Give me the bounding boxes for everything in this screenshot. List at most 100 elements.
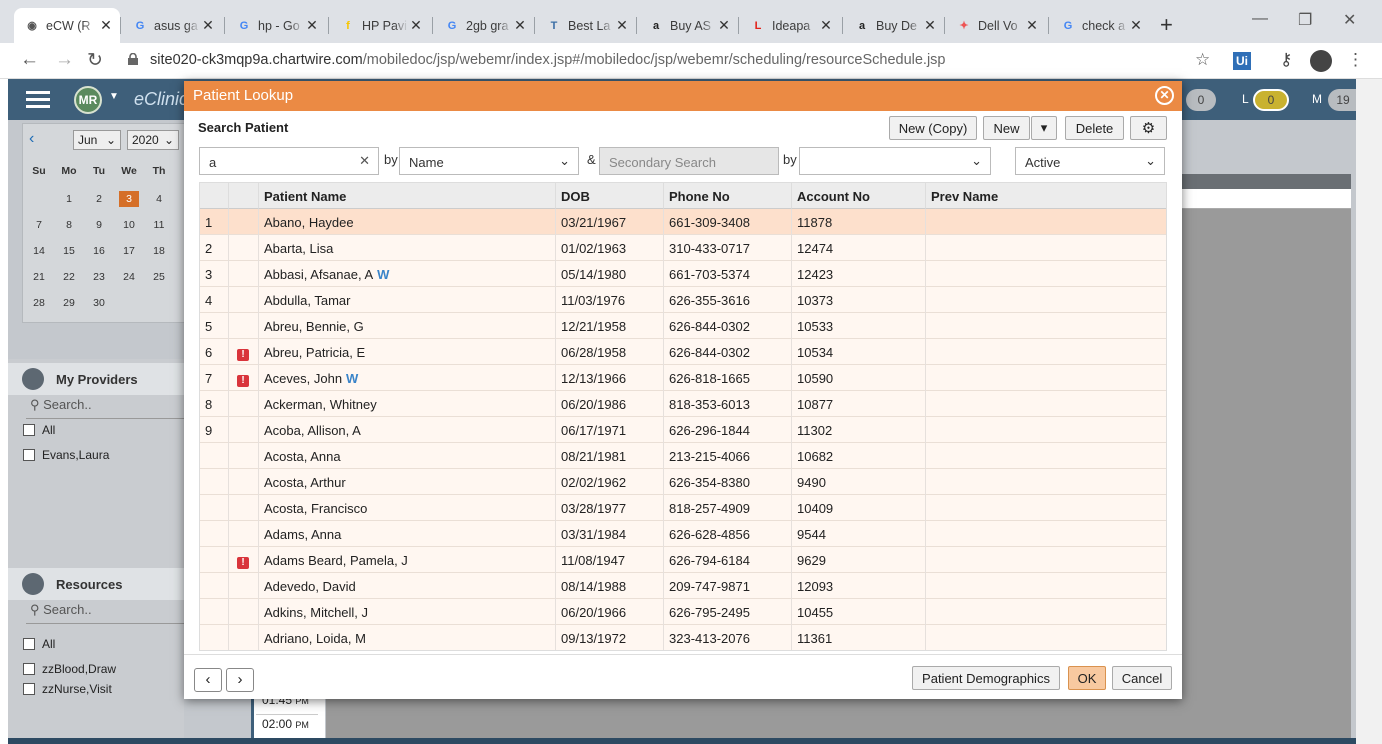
table-row[interactable]: 1 Abano, Haydee 03/21/1967 661-309-3408 1187… [200,209,1166,235]
month-select[interactable]: Jun ⌄ [73,130,121,150]
checkbox[interactable] [23,683,35,695]
table-row[interactable]: ! Adams Beard, Pamela, J 11/08/1947 626-794… [200,547,1166,573]
close-tab-icon[interactable]: ✕ [98,17,114,34]
table-row[interactable]: 4 Abdulla, Tamar 11/03/1976 626-355-3616 103… [200,287,1166,313]
year-select[interactable]: 2020 ⌄ [127,130,179,150]
close-window-icon[interactable]: ✕ [1343,10,1356,30]
calendar-day[interactable]: 10 [119,219,139,231]
new-button[interactable]: New [983,116,1030,140]
delete-button[interactable]: Delete [1065,116,1124,140]
table-row[interactable]: Acosta, Anna 08/21/1981 213-215-4066 10682 [200,443,1166,469]
my-providers-header[interactable]: My Providers [8,363,184,395]
new-tab-button[interactable]: + [1160,12,1173,38]
browser-tab[interactable]: ◉ eCW (R ✕ [14,8,120,43]
browser-tab[interactable]: Gcheck a ✕ [1050,8,1150,43]
calendar-day[interactable]: 18 [149,245,169,257]
close-tab-icon[interactable]: ✕ [1024,17,1040,34]
table-row[interactable]: 8 Ackerman, Whitney 06/20/1986 818-353-6013… [200,391,1166,417]
calendar-day[interactable]: 30 [89,297,109,309]
table-row[interactable]: Adriano, Loida, M 09/13/1972 323-413-2076 1… [200,625,1166,650]
table-row[interactable]: 3 Abbasi, Afsanae, A W 05/14/1980 661-703-53… [200,261,1166,287]
table-row[interactable]: Acosta, Arthur 02/02/1962 626-354-8380 9490 [200,469,1166,495]
table-row[interactable]: Adkins, Mitchell, J 06/20/1966 626-795-249… [200,599,1166,625]
checkbox-item[interactable]: zzNurse,Visit [23,682,112,696]
checkbox-item[interactable]: All [23,637,55,651]
calendar-day[interactable]: 24 [119,271,139,283]
table-row[interactable]: 2 Abarta, Lisa 01/02/1963 310-433-0717 12474 [200,235,1166,261]
patient-demographics-button[interactable]: Patient Demographics [912,666,1060,690]
table-row[interactable]: 5 Abreu, Bennie, G 12/21/1958 626-844-0302 1… [200,313,1166,339]
checkbox[interactable] [23,449,35,461]
column-header[interactable]: Phone No [664,183,792,209]
checkbox-item[interactable]: Evans,Laura [23,448,109,462]
browser-tab[interactable]: f HP Pavi ✕ [330,8,430,43]
back-icon[interactable]: ← [20,49,39,71]
table-row[interactable]: 9 Acoba, Allison, A 06/17/1971 626-296-1844… [200,417,1166,443]
calendar-day[interactable]: 17 [119,245,139,257]
calendar-day[interactable]: 28 [29,297,49,309]
close-tab-icon[interactable]: ✕ [1128,17,1144,34]
resources-search-input[interactable]: ⚲ Search.. [26,602,186,624]
close-dialog-icon[interactable]: ✕ [1155,86,1174,105]
calendar-day[interactable]: 15 [59,245,79,257]
profile-avatar[interactable] [1310,50,1332,72]
close-tab-icon[interactable]: ✕ [922,17,938,34]
browser-tab[interactable]: a Buy AS ✕ [638,8,738,43]
counter-pill-m[interactable]: 19 [1328,89,1358,111]
column-header[interactable]: Prev Name [926,183,1166,209]
checkbox-item[interactable]: zzBlood,Draw [23,662,116,676]
key-icon[interactable]: ⚷ [1280,50,1292,70]
alert-icon[interactable]: ! [237,557,249,569]
close-tab-icon[interactable]: ✕ [200,17,216,34]
prev-page-button[interactable]: ‹ [194,668,222,692]
checkbox[interactable] [23,663,35,675]
browser-tab[interactable]: a Buy De ✕ [844,8,944,43]
secondary-search-input[interactable]: Secondary Search [599,147,779,175]
url-text[interactable]: site020-ck3mqp9a.chartwire.com/mobiledoc… [150,52,945,68]
calendar-day[interactable]: 8 [59,219,79,231]
column-header[interactable]: Patient Name [259,183,556,209]
prev-month-icon[interactable]: ‹ [29,130,34,148]
close-tab-icon[interactable]: ✕ [408,17,424,34]
alert-icon[interactable]: ! [237,375,249,387]
counter-pill-l[interactable]: 0 [1253,89,1289,111]
settings-gear-icon[interactable]: ⚙ [1130,116,1167,140]
reload-icon[interactable]: ↻ [87,49,103,72]
calendar-day[interactable]: 14 [29,245,49,257]
user-avatar[interactable]: MR [74,86,102,114]
column-header[interactable]: DOB [556,183,664,209]
maximize-icon[interactable]: ❐ [1298,10,1312,30]
browser-tab[interactable]: Ghp - Go ✕ [226,8,326,43]
browser-tab[interactable]: G 2gb gra ✕ [434,8,534,43]
table-row[interactable]: 7! Aceves, John W 12/13/1966 626-818-1665 105… [200,365,1166,391]
hamburger-menu-icon[interactable] [26,91,50,108]
clear-search-icon[interactable]: ✕ [359,153,370,169]
column-header[interactable] [229,183,259,209]
calendar-day[interactable]: 16 [89,245,109,257]
browser-tab[interactable]: L Ideapa ✕ [740,8,840,43]
secondary-by-select[interactable]: ⌄ [799,147,991,175]
providers-search-input[interactable]: ⚲ Search.. [26,397,186,419]
close-tab-icon[interactable]: ✕ [512,17,528,34]
new-dropdown-icon[interactable]: ▾ [1031,116,1057,140]
checkbox-item[interactable]: All [23,423,55,437]
user-menu-caret-icon[interactable]: ▼ [109,91,119,102]
search-by-select[interactable]: Name ⌄ [399,147,579,175]
column-header[interactable]: Account No [792,183,926,209]
calendar-day[interactable]: 25 [149,271,169,283]
calendar-day[interactable]: 1 [59,193,79,205]
calendar-day[interactable]: 9 [89,219,109,231]
browser-tab[interactable]: ✦ Dell Vo ✕ [946,8,1046,43]
cancel-button[interactable]: Cancel [1112,666,1172,690]
counter-pill[interactable]: 0 [1186,89,1216,111]
menu-kebab-icon[interactable]: ⋮ [1347,50,1364,70]
new-copy-button[interactable]: New (Copy) [889,116,977,140]
forward-icon[interactable]: → [55,49,74,71]
minimize-icon[interactable]: — [1252,10,1268,28]
calendar-day[interactable]: 7 [29,219,49,231]
lock-icon[interactable] [128,53,138,65]
browser-tab[interactable]: T Best La ✕ [536,8,636,43]
close-tab-icon[interactable]: ✕ [304,17,320,34]
calendar-day[interactable]: 29 [59,297,79,309]
table-row[interactable]: Acosta, Francisco 03/28/1977 818-257-4909 1… [200,495,1166,521]
